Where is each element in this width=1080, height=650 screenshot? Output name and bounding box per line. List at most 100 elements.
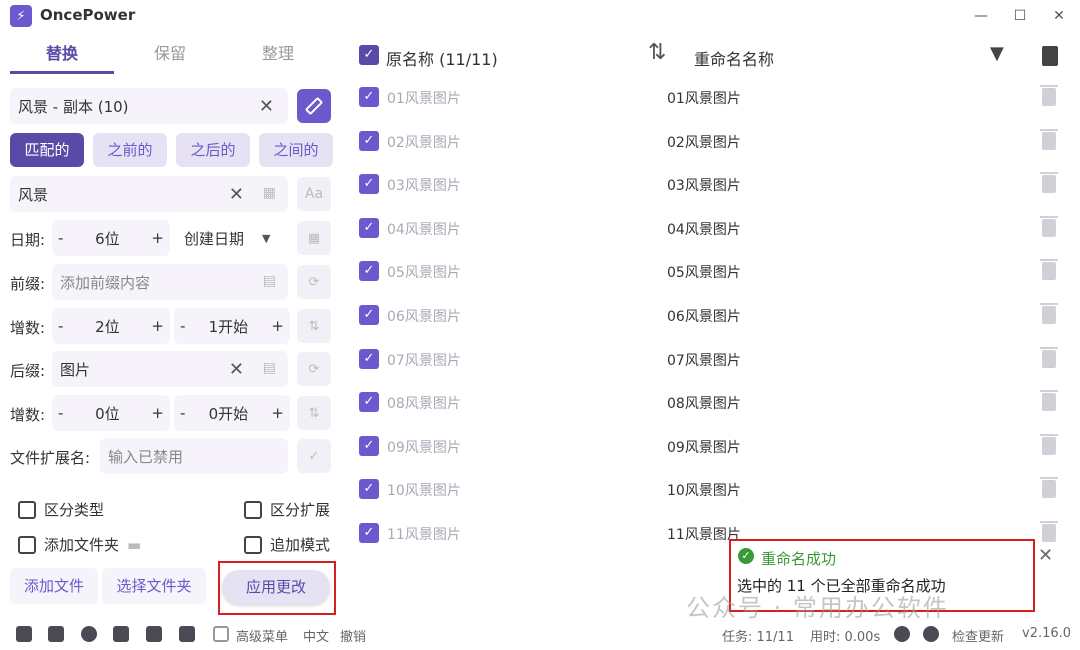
list-item[interactable]: ✓ 01风景图片 01风景图片 xyxy=(350,78,1060,118)
trash-icon[interactable] xyxy=(1040,477,1058,499)
log-icon[interactable] xyxy=(48,626,64,642)
file-icon[interactable]: ▤ xyxy=(263,273,276,289)
toast-close-icon[interactable]: ✕ xyxy=(1038,545,1053,566)
prefix-refresh-button[interactable]: ⟳ xyxy=(297,265,331,299)
plus-icon[interactable]: + xyxy=(151,317,164,335)
clipboard-icon[interactable] xyxy=(113,626,129,642)
image-icon[interactable] xyxy=(146,626,162,642)
close-button[interactable]: ✕ xyxy=(1046,4,1072,28)
clear-all-trash-icon[interactable] xyxy=(1042,46,1058,66)
list-item[interactable]: ✓ 05风景图片 05风景图片 xyxy=(350,252,1060,292)
minus-icon[interactable]: - xyxy=(180,404,185,422)
row-checkbox[interactable]: ✓ xyxy=(359,217,379,238)
trash-icon[interactable] xyxy=(1040,390,1058,412)
search-input[interactable]: 风景 - 副本 (10) ✕ xyxy=(10,88,288,124)
minus-icon[interactable]: - xyxy=(58,404,63,422)
checkbox-box[interactable] xyxy=(18,535,36,554)
calendar-icon[interactable]: ▦ xyxy=(263,185,276,201)
maximize-button[interactable]: ☐ xyxy=(1007,4,1033,28)
match-between-button[interactable]: 之间的 xyxy=(259,133,333,167)
match-matched-button[interactable]: 匹配的 xyxy=(10,133,84,167)
select-folder-button[interactable]: 选择文件夹 xyxy=(102,568,206,604)
checkbox-box[interactable] xyxy=(244,535,262,554)
list-item[interactable]: ✓ 08风景图片 08风景图片 xyxy=(350,383,1060,423)
distinguish-ext-checkbox[interactable]: 区分扩展 xyxy=(244,499,330,520)
increment-start-stepper-2[interactable]: - 0开始 + xyxy=(174,395,290,431)
case-sensitive-button[interactable]: Aa xyxy=(297,177,331,211)
match-after-button[interactable]: 之后的 xyxy=(176,133,250,167)
clear-replace-icon[interactable]: ✕ xyxy=(229,184,244,205)
trash-icon[interactable] xyxy=(1040,303,1058,324)
list-item[interactable]: ✓ 02风景图片 02风景图片 xyxy=(350,122,1060,162)
date-type-dropdown[interactable]: 创建日期 ▼ xyxy=(176,220,288,256)
save-icon[interactable] xyxy=(16,626,32,642)
checkbox-box[interactable] xyxy=(244,500,262,519)
increment-digits-stepper-2[interactable]: - 0位 + xyxy=(52,395,170,431)
list-item[interactable]: ✓ 09风景图片 09风景图片 xyxy=(350,427,1060,467)
row-checkbox[interactable]: ✓ xyxy=(359,348,379,369)
plus-icon[interactable]: + xyxy=(151,404,164,422)
append-mode-checkbox[interactable]: 追加模式 xyxy=(244,534,330,555)
list-item[interactable]: ✓ 03风景图片 03风景图片 xyxy=(350,165,1060,205)
row-checkbox[interactable]: ✓ xyxy=(359,479,379,500)
add-folder-checkbox[interactable]: 添加文件夹 ▬ xyxy=(18,534,141,555)
trash-icon[interactable] xyxy=(1040,521,1058,542)
check-update-button[interactable]: 检查更新 xyxy=(952,626,1004,645)
add-files-button[interactable]: 添加文件 xyxy=(10,568,98,604)
increment-digits-stepper-1[interactable]: - 2位 + xyxy=(52,308,170,344)
ruler-button[interactable] xyxy=(297,89,331,123)
tab-organize[interactable]: 整理 xyxy=(226,40,330,74)
plus-icon[interactable]: + xyxy=(271,404,284,422)
trash-icon[interactable] xyxy=(1040,215,1058,237)
csv-icon[interactable] xyxy=(179,626,195,642)
trash-icon[interactable] xyxy=(1040,433,1058,455)
row-checkbox[interactable]: ✓ xyxy=(359,392,379,413)
prefix-input[interactable]: 添加前缀内容 ▤ xyxy=(52,264,288,300)
row-checkbox[interactable]: ✓ xyxy=(359,130,379,151)
github-icon[interactable] xyxy=(923,626,939,642)
trash-icon[interactable] xyxy=(1040,172,1058,194)
minus-icon[interactable]: - xyxy=(58,229,63,247)
clear-suffix-icon[interactable]: ✕ xyxy=(229,359,244,380)
checkbox-box[interactable] xyxy=(18,500,36,519)
list-item[interactable]: ✓ 10风景图片 10风景图片 xyxy=(350,470,1060,510)
extension-toggle-button[interactable]: ✓ xyxy=(297,439,331,473)
power-icon[interactable] xyxy=(81,626,97,642)
gitee-icon[interactable] xyxy=(894,626,910,642)
trash-icon[interactable] xyxy=(1040,259,1058,281)
sort-icon[interactable]: ⇅ xyxy=(648,40,666,65)
trash-icon[interactable] xyxy=(1040,85,1058,106)
undo-button[interactable]: 撤销 xyxy=(340,626,366,645)
row-checkbox[interactable]: ✓ xyxy=(359,523,379,543)
tab-replace[interactable]: 替换 xyxy=(10,40,114,74)
clear-search-icon[interactable]: ✕ xyxy=(259,96,274,117)
replace-input[interactable]: 风景 ✕ ▦ xyxy=(10,176,288,212)
minimize-button[interactable]: — xyxy=(968,4,994,28)
list-item[interactable]: ✓ 07风景图片 07风景图片 xyxy=(350,340,1060,380)
tab-keep[interactable]: 保留 xyxy=(118,40,222,74)
plus-icon[interactable]: + xyxy=(271,317,284,335)
language-button[interactable]: 中文 xyxy=(303,626,329,645)
distinguish-type-checkbox[interactable]: 区分类型 xyxy=(18,499,104,520)
plus-icon[interactable]: + xyxy=(151,229,164,247)
increment-swap-button-1[interactable]: ⇅ xyxy=(297,309,331,343)
increment-start-stepper-1[interactable]: - 1开始 + xyxy=(174,308,290,344)
list-item[interactable]: ✓ 04风景图片 04风景图片 xyxy=(350,209,1060,249)
increment-swap-button-2[interactable]: ⇅ xyxy=(297,396,331,430)
row-checkbox[interactable]: ✓ xyxy=(359,87,379,107)
suffix-input[interactable]: 图片 ✕ ▤ xyxy=(52,351,288,387)
list-item[interactable]: ✓ 06风景图片 06风景图片 xyxy=(350,296,1060,336)
suffix-refresh-button[interactable]: ⟳ xyxy=(297,352,331,386)
minus-icon[interactable]: - xyxy=(58,317,63,335)
date-digits-stepper[interactable]: - 6位 + xyxy=(52,220,170,256)
extension-input[interactable]: 输入已禁用 xyxy=(100,438,288,474)
select-all-checkbox[interactable]: ✓ xyxy=(359,45,379,65)
filter-icon[interactable]: ▼ xyxy=(990,43,1004,64)
row-checkbox[interactable]: ✓ xyxy=(359,261,379,282)
row-checkbox[interactable]: ✓ xyxy=(359,174,379,195)
minus-icon[interactable]: - xyxy=(180,317,185,335)
date-calendar-button[interactable]: ▦ xyxy=(297,221,331,255)
match-before-button[interactable]: 之前的 xyxy=(93,133,167,167)
file-icon[interactable]: ▤ xyxy=(263,360,276,376)
trash-icon[interactable] xyxy=(1040,346,1058,368)
